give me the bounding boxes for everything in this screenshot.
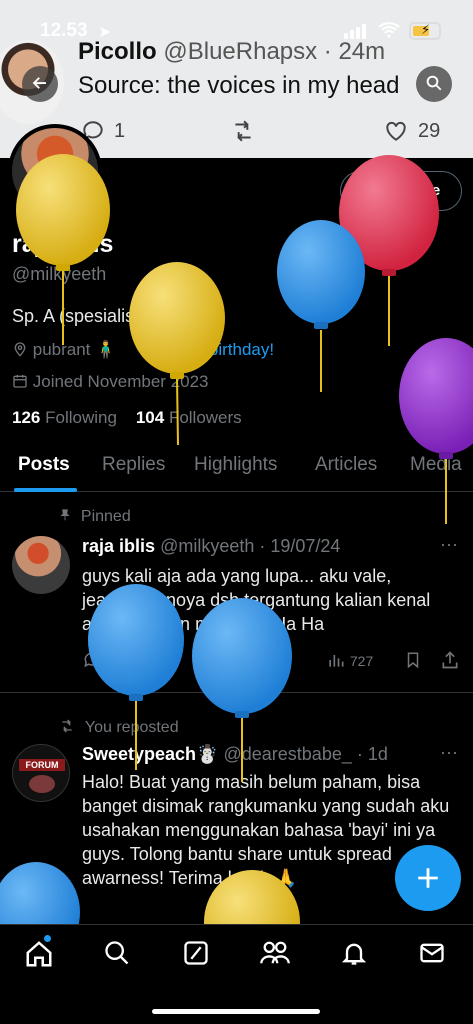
home-icon — [26, 941, 52, 967]
communities-icon — [260, 941, 290, 964]
balloon-blue — [192, 598, 292, 782]
birthday-balloons — [0, 154, 473, 974]
nav-communities[interactable] — [259, 939, 291, 971]
search-icon — [105, 941, 129, 965]
nav-home[interactable] — [24, 939, 56, 971]
grok-icon — [184, 941, 208, 965]
nav-notifications[interactable] — [340, 939, 372, 971]
balloon-blue — [88, 584, 184, 770]
balloon-purple — [399, 338, 473, 524]
home-indicator — [152, 1009, 320, 1014]
notifications-icon — [341, 943, 367, 965]
home-notification-dot — [44, 935, 51, 942]
balloon-blue — [277, 220, 365, 392]
nav-messages[interactable] — [418, 939, 450, 971]
balloon-yellow — [129, 262, 225, 446]
nav-search[interactable] — [103, 939, 135, 971]
balloon-yellow — [16, 154, 110, 345]
nav-grok[interactable] — [182, 939, 214, 971]
messages-icon — [420, 943, 444, 963]
